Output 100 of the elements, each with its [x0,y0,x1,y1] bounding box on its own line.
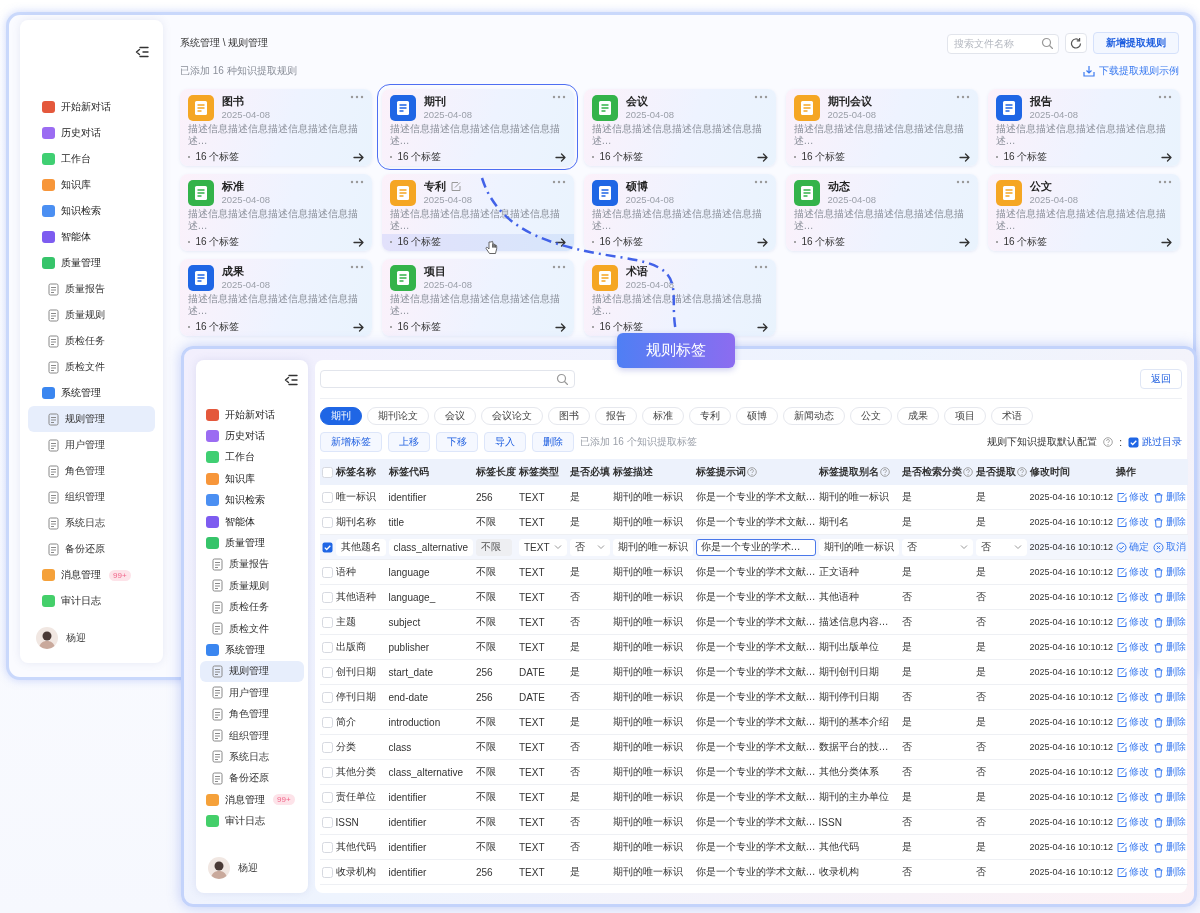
skip-toc-option[interactable]: 跳过目录 [1128,435,1182,449]
arrow-right-icon[interactable] [958,237,970,247]
rule-card[interactable]: 标准 2025-04-08 描述信息描述信息描述信息描述信息描述… 16 个标签 [179,173,372,251]
delete-link[interactable]: 删除 [1153,740,1187,754]
tab[interactable]: 硕博 [736,407,778,425]
sidebar-item[interactable]: 备份还原 [200,767,304,790]
refresh-button[interactable] [1065,33,1087,53]
arrow-right-icon[interactable] [352,322,364,332]
sidebar-item[interactable]: 质检文件 [200,617,304,640]
checkbox[interactable] [321,466,333,478]
sidebar-item[interactable]: 知识检索 [28,198,155,224]
more-icon[interactable] [349,264,364,269]
delete-link[interactable]: 删除 [1153,665,1187,679]
tab[interactable]: 成果 [897,407,939,425]
tab[interactable]: 图书 [548,407,590,425]
rule-card[interactable]: 硕博 2025-04-08 描述信息描述信息描述信息描述信息描述… 16 个标签 [583,173,776,251]
checkbox[interactable] [321,791,333,803]
delete-link[interactable]: 删除 [1153,840,1187,854]
arrow-right-icon[interactable] [352,152,364,162]
checkbox[interactable] [321,816,333,828]
toolbar-button[interactable]: 新增标签 [320,432,382,452]
arrow-right-icon[interactable] [958,152,970,162]
more-icon[interactable] [1157,179,1172,184]
rule-card[interactable]: 成果 2025-04-08 描述信息描述信息描述信息描述信息描述… 16 个标签 [179,258,372,336]
input-field[interactable]: 期刊的唯一标识 [818,538,899,556]
delete-link[interactable]: 删除 [1153,690,1187,704]
arrow-right-icon[interactable] [756,237,768,247]
edit-link[interactable]: 修改 [1116,715,1150,729]
arrow-right-icon[interactable] [554,322,566,332]
arrow-right-icon[interactable] [554,237,566,247]
sidebar-item[interactable]: 智能体 [200,510,304,533]
sidebar-item[interactable]: 知识库 [200,468,304,490]
card-footer[interactable]: 16 个标签 [381,233,574,251]
sidebar-item[interactable]: 质量报告 [200,553,304,576]
checkbox[interactable] [321,716,333,728]
edit-link[interactable]: 修改 [1116,765,1150,779]
delete-link[interactable]: 删除 [1153,590,1187,604]
edit-link[interactable]: 修改 [1116,865,1150,879]
toolbar-button[interactable]: 下移 [436,432,478,452]
sidebar-item[interactable]: 开始新对话 [200,404,304,426]
rule-card[interactable]: 动态 2025-04-08 描述信息描述信息描述信息描述信息描述… 16 个标签 [785,173,978,251]
arrow-right-icon[interactable] [1160,152,1172,162]
tab[interactable]: 公文 [850,407,892,425]
rule-card[interactable]: 会议 2025-04-08 描述信息描述信息描述信息描述信息描述… 16 个标签 [583,88,776,166]
tab[interactable]: 新闻动态 [783,407,845,425]
add-rule-button[interactable]: 新增提取规则 [1093,32,1179,54]
rule-card[interactable]: 公文 2025-04-08 描述信息描述信息描述信息描述信息描述… 16 个标签 [987,173,1180,251]
back-button[interactable]: 返回 [1140,369,1182,389]
sidebar-item[interactable]: 规则管理 [200,660,304,683]
edit-link[interactable]: 修改 [1116,615,1150,629]
confirm-link[interactable]: 确定 [1116,540,1150,554]
delete-link[interactable]: 删除 [1153,640,1187,654]
delete-link[interactable]: 删除 [1153,565,1187,579]
checkbox[interactable] [321,591,333,603]
sidebar-item[interactable]: 组织管理 [28,484,155,510]
collapse-icon[interactable] [135,46,149,58]
arrow-right-icon[interactable] [1160,237,1172,247]
more-icon[interactable] [349,179,364,184]
checkbox[interactable] [321,841,333,853]
sidebar-item[interactable]: 系统管理 [200,639,304,661]
sidebar-item[interactable]: 审计日志 [200,810,304,832]
edit-link[interactable]: 修改 [1116,490,1150,504]
edit-link[interactable]: 修改 [1116,740,1150,754]
arrow-right-icon[interactable] [352,237,364,247]
sidebar-item[interactable]: 知识库 [28,172,155,198]
sidebar-item[interactable]: 知识检索 [200,489,304,511]
edit-link[interactable]: 修改 [1116,815,1150,829]
sidebar-item[interactable]: 系统日志 [200,746,304,768]
edit-icon[interactable] [449,180,461,192]
tab[interactable]: 报告 [595,407,637,425]
sidebar-item[interactable]: 质量管理 [200,532,304,554]
sidebar-item[interactable]: 用户管理 [200,682,304,704]
tab[interactable]: 术语 [991,407,1033,425]
cancel-link[interactable]: 取消 [1153,540,1187,554]
delete-link[interactable]: 删除 [1153,865,1187,879]
sidebar-item[interactable]: 审计日志 [28,588,155,614]
rule-card[interactable]: 图书 2025-04-08 描述信息描述信息描述信息描述信息描述… 16 个标签 [179,88,372,166]
delete-link[interactable]: 删除 [1153,615,1187,629]
search-field[interactable]: 搜索文件名称 [947,33,1059,54]
sidebar-item[interactable]: 消息管理 99+ [28,562,155,588]
sidebar-item[interactable]: 智能体 [28,224,155,250]
checkbox[interactable] [321,616,333,628]
more-icon[interactable] [955,94,970,99]
more-icon[interactable] [753,94,768,99]
checkbox[interactable] [321,691,333,703]
checkbox[interactable] [321,766,333,778]
more-icon[interactable] [551,264,566,269]
sidebar-item[interactable]: 质检任务 [28,328,155,354]
sidebar-item[interactable]: 质检任务 [200,596,304,618]
sidebar-item[interactable]: 历史对话 [200,425,304,447]
edit-link[interactable]: 修改 [1116,840,1150,854]
sidebar-item[interactable]: 备份还原 [28,536,155,562]
search-field[interactable] [320,370,575,388]
sidebar-item[interactable]: 工作台 [200,446,304,469]
delete-link[interactable]: 删除 [1153,790,1187,804]
more-icon[interactable] [551,94,566,99]
sidebar-item[interactable]: 组织管理 [200,724,304,747]
select-field[interactable]: 否 [569,538,610,556]
checkbox[interactable] [321,541,333,553]
edit-link[interactable]: 修改 [1116,565,1150,579]
